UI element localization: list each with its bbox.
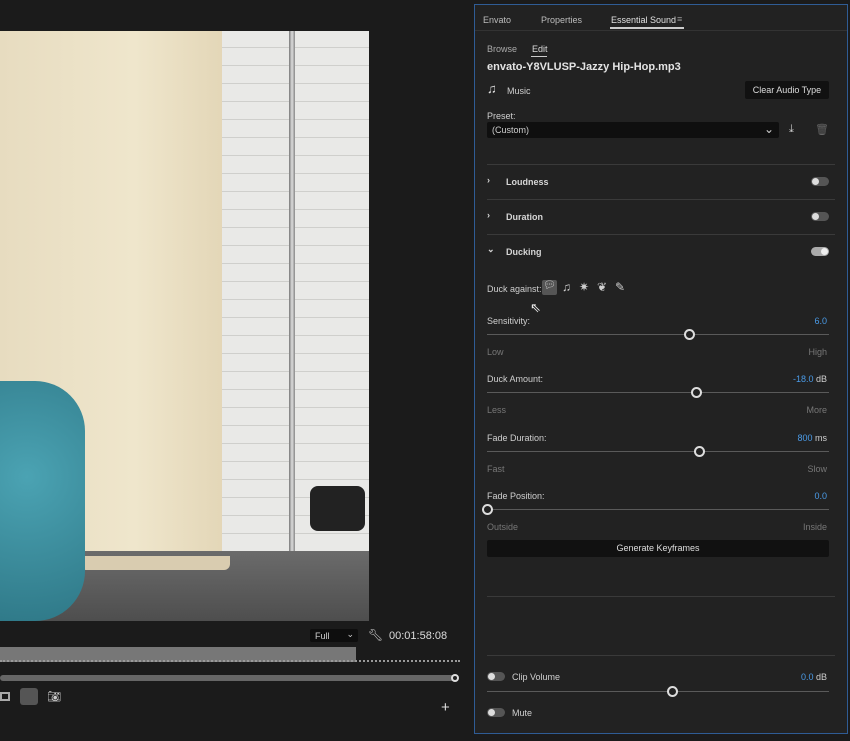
slider-label: Sensitivity: — [487, 316, 531, 326]
generate-keyframes-button[interactable]: Generate Keyframes — [487, 540, 829, 557]
slider-knob[interactable] — [666, 686, 678, 697]
sfx-icon[interactable]: ✷ — [579, 280, 589, 294]
section-ducking[interactable]: Ducking — [506, 247, 542, 257]
chevron-down-icon: ⌄ — [763, 122, 774, 136]
slider-max-label: More — [806, 405, 827, 415]
tab-essential-sound[interactable]: Essential Sound — [611, 15, 676, 25]
backdrop-roll — [80, 556, 230, 570]
slider-max-label: Inside — [802, 522, 827, 532]
audio-type-label: Music — [507, 86, 531, 96]
camera-icon[interactable]: 📷︎ — [47, 690, 61, 703]
resolution-dropdown[interactable]: Full ⌄ — [310, 629, 358, 642]
divider — [487, 199, 835, 200]
ambience-icon[interactable]: ❦ — [597, 280, 607, 294]
brick-wall — [222, 31, 369, 551]
slider-label: Fade Duration: — [487, 433, 547, 443]
chevron-right-icon[interactable]: › — [487, 210, 490, 220]
slider-min-label: Low — [487, 347, 504, 357]
clear-audio-type-button[interactable]: Clear Audio Type — [745, 81, 829, 99]
dialogue-icon[interactable]: 💬︎ — [542, 280, 557, 295]
tab-edit[interactable]: Edit — [532, 44, 548, 54]
divider — [487, 164, 835, 165]
slider-value[interactable]: 6.0 — [814, 316, 827, 326]
mute-label: Mute — [512, 708, 533, 718]
slider-knob[interactable] — [690, 387, 702, 398]
slider-label: Duck Amount: — [487, 374, 544, 384]
slider-max-label: High — [808, 347, 827, 357]
zoom-scrollbar[interactable] — [0, 675, 456, 681]
clip-name: envato-Y8VLUSP-Jazzy Hip-Hop.mp3 — [487, 61, 681, 73]
slider-min-label: Fast — [487, 464, 505, 474]
slider-knob[interactable] — [694, 446, 706, 457]
divider — [487, 655, 835, 656]
music-icon[interactable]: ♫ — [562, 280, 571, 294]
panel-menu-icon[interactable]: ≡ — [677, 14, 682, 24]
mute-toggle[interactable] — [487, 708, 505, 717]
resolution-value: Full — [315, 631, 330, 641]
slider-knob[interactable] — [482, 504, 493, 515]
section-loudness[interactable]: Loudness — [506, 177, 549, 187]
active-tab-underline — [610, 27, 684, 29]
plus-icon[interactable]: + — [441, 699, 450, 716]
slider-value[interactable]: -18.0 — [793, 374, 814, 384]
clip-volume-toggle[interactable] — [487, 672, 505, 681]
preset-dropdown[interactable]: (Custom) ⌄ — [487, 122, 779, 138]
section-duration[interactable]: Duration — [506, 212, 543, 222]
duck-against-label: Duck against: — [487, 284, 542, 294]
slider-value[interactable]: 0.0 — [814, 491, 827, 501]
slider-label: Fade Position: — [487, 491, 545, 501]
chevron-down-icon[interactable]: ⌄ — [487, 244, 495, 255]
divider — [475, 30, 847, 31]
light-stand — [289, 31, 295, 551]
slider-track[interactable] — [482, 504, 829, 515]
chevron-down-icon: ⌄ — [346, 629, 354, 639]
sandbag — [310, 486, 365, 531]
divider — [487, 234, 835, 235]
mouse-cursor-icon: ⇖ — [530, 300, 541, 315]
clip-volume-slider[interactable] — [487, 686, 829, 697]
essential-sound-panel: Envato Properties Essential Sound ≡ Brow… — [474, 4, 848, 734]
tab-properties[interactable]: Properties — [541, 15, 582, 25]
slider-knob[interactable] — [683, 329, 695, 340]
compare-view-icon[interactable] — [20, 688, 38, 705]
wrench-icon[interactable]: 🔧︎ — [368, 628, 383, 642]
duration-toggle[interactable] — [811, 212, 829, 221]
slider-unit: dB — [815, 374, 827, 384]
save-preset-icon[interactable]: ⤓ — [789, 123, 794, 136]
clip-volume-value[interactable]: 0.0 — [801, 672, 814, 682]
delete-preset-icon[interactable]: 🗑︎ — [815, 123, 829, 136]
slider-max-label: Slow — [807, 464, 827, 474]
scrollbar-handle[interactable] — [451, 674, 459, 682]
program-monitor-video — [0, 31, 369, 621]
slider-min-label: Outside — [487, 522, 519, 532]
ruler-ticks — [0, 660, 460, 662]
clip-volume-unit: dB — [815, 672, 827, 682]
clip-volume-label: Clip Volume — [512, 672, 561, 682]
tab-browse[interactable]: Browse — [487, 44, 517, 54]
preset-label: Preset: — [487, 111, 516, 121]
divider — [487, 596, 835, 597]
unassigned-icon[interactable]: ✎ — [615, 280, 625, 294]
slider-min-label: Less — [487, 405, 507, 415]
active-subtab-underline — [531, 56, 547, 57]
slider-track[interactable] — [487, 387, 829, 398]
ducking-toggle[interactable] — [811, 247, 829, 256]
slider-unit: ms — [815, 433, 827, 443]
music-icon: ♫ — [487, 81, 497, 96]
slider-track[interactable] — [487, 446, 829, 457]
safe-margins-icon[interactable] — [0, 692, 10, 701]
timecode: 00:01:58:08 — [389, 630, 448, 642]
slider-track[interactable] — [487, 329, 829, 340]
chair — [0, 381, 85, 621]
slider-value[interactable]: 800 — [797, 433, 812, 443]
loudness-toggle[interactable] — [811, 177, 829, 186]
preset-value: (Custom) — [492, 125, 530, 135]
chevron-right-icon[interactable]: › — [487, 175, 490, 185]
tab-envato[interactable]: Envato — [483, 15, 511, 25]
